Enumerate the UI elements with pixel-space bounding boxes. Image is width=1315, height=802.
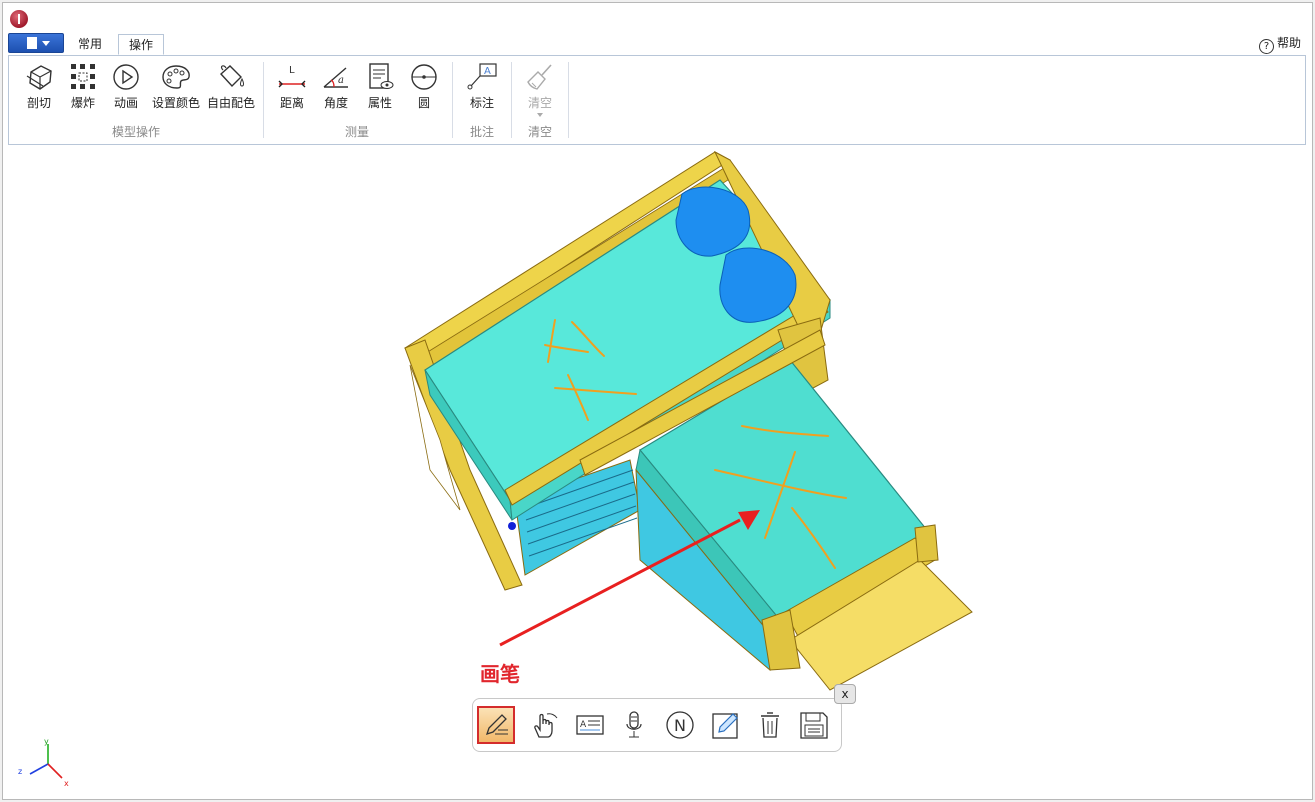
circle-button[interactable]: 圆 <box>404 62 444 114</box>
group-measure: L 距离 a 角度 属性 圆 测量 <box>264 56 450 144</box>
animation-button[interactable]: 动画 <box>106 62 146 114</box>
group-label-measure: 测量 <box>344 125 369 139</box>
delete-tool-button[interactable] <box>751 706 789 744</box>
section-cube-icon <box>26 65 52 90</box>
note-n-icon: N <box>666 711 694 739</box>
microphone-icon <box>626 711 642 738</box>
axis-z-label: z <box>18 767 22 776</box>
set-color-button[interactable]: 设置颜色 <box>150 62 202 114</box>
group-clear: 清空 清空 <box>512 56 568 144</box>
text-box-icon: A <box>576 715 604 735</box>
property-icon <box>369 63 394 89</box>
chevron-down-icon <box>42 41 50 46</box>
app-logo-icon <box>10 10 28 28</box>
pen-callout-label: 画笔 <box>480 662 520 686</box>
axis-x-label: x <box>64 779 69 788</box>
play-icon <box>113 64 139 90</box>
annotate-glyph: A <box>484 66 491 77</box>
explode-icon <box>71 64 95 89</box>
help-icon: ? <box>1258 39 1274 54</box>
section-button[interactable]: 剖切 <box>19 62 59 114</box>
pencil-square-icon <box>712 713 738 739</box>
trash-icon <box>761 712 779 738</box>
angle-button[interactable]: a 角度 <box>316 62 356 114</box>
animation-label: 动画 <box>113 96 138 110</box>
annotate-label: 标注 <box>469 96 494 110</box>
edit-tool-button[interactable] <box>707 706 745 744</box>
broom-icon <box>527 64 552 90</box>
annotate-button[interactable]: A 标注 <box>462 62 502 114</box>
bed-model[interactable] <box>404 150 973 691</box>
annotate-icon: A <box>467 63 497 90</box>
clear-button[interactable]: 清空 <box>520 62 560 117</box>
group-label-model-ops: 模型操作 <box>111 125 160 139</box>
property-button[interactable]: 属性 <box>360 62 400 114</box>
tab-operate[interactable]: 操作 <box>118 34 165 55</box>
group-annotate: A 标注 批注 <box>453 56 511 144</box>
pen-tool-button[interactable] <box>477 706 515 744</box>
tab-common[interactable]: 常用 <box>68 34 112 55</box>
distance-glyph: L <box>289 65 295 76</box>
note-glyph: N <box>674 716 686 735</box>
save-icon <box>800 712 828 739</box>
circle-label: 圆 <box>417 96 430 110</box>
group-divider <box>568 62 569 138</box>
explode-button[interactable]: 爆炸 <box>63 62 103 114</box>
svg-text:A: A <box>580 720 587 730</box>
axis-triad: y z x <box>18 738 69 788</box>
text-tool-button[interactable]: A <box>571 706 609 744</box>
angle-glyph: a <box>338 75 344 86</box>
paint-bucket-icon <box>220 65 244 88</box>
toolbar-close-button[interactable]: x <box>834 684 856 704</box>
document-icon <box>27 37 37 49</box>
note-tool-button[interactable]: N <box>661 706 699 744</box>
pen-icon <box>485 714 508 736</box>
distance-label: 距离 <box>279 96 304 110</box>
help-button[interactable]: ? 帮助 <box>1258 34 1301 54</box>
section-label: 剖切 <box>26 96 51 110</box>
distance-icon: L <box>278 65 306 88</box>
save-tool-button[interactable] <box>795 706 833 744</box>
free-color-label: 自由配色 <box>206 96 255 110</box>
pivot-point <box>508 522 516 530</box>
group-model-ops: 剖切 爆炸 动画 设置颜色 自由配色 模型操作 <box>9 56 263 144</box>
circle-icon <box>411 64 437 90</box>
group-label-annotate: 批注 <box>469 125 494 139</box>
set-color-label: 设置颜色 <box>151 96 200 110</box>
palette-icon <box>162 65 190 89</box>
axis-y-label: y <box>44 738 49 746</box>
hand-icon <box>534 713 558 738</box>
angle-label: 角度 <box>323 96 348 110</box>
distance-button[interactable]: L 距离 <box>272 62 312 114</box>
angle-icon: a <box>323 67 348 88</box>
explode-label: 爆炸 <box>70 96 95 110</box>
property-label: 属性 <box>367 96 392 110</box>
group-label-clear: 清空 <box>527 125 552 139</box>
chevron-down-icon[interactable] <box>537 113 543 117</box>
clear-label: 清空 <box>527 96 552 110</box>
ribbon: 剖切 爆炸 动画 设置颜色 自由配色 模型操作 L 距离 a 角度 属性 圆 测… <box>8 55 1306 145</box>
hand-tool-button[interactable] <box>525 706 563 744</box>
free-color-button[interactable]: 自由配色 <box>205 62 257 114</box>
help-label: 帮助 <box>1276 36 1301 50</box>
file-menu-button[interactable] <box>8 33 64 53</box>
voice-tool-button[interactable] <box>615 706 653 744</box>
annotation-toolbar: A N <box>472 698 842 752</box>
